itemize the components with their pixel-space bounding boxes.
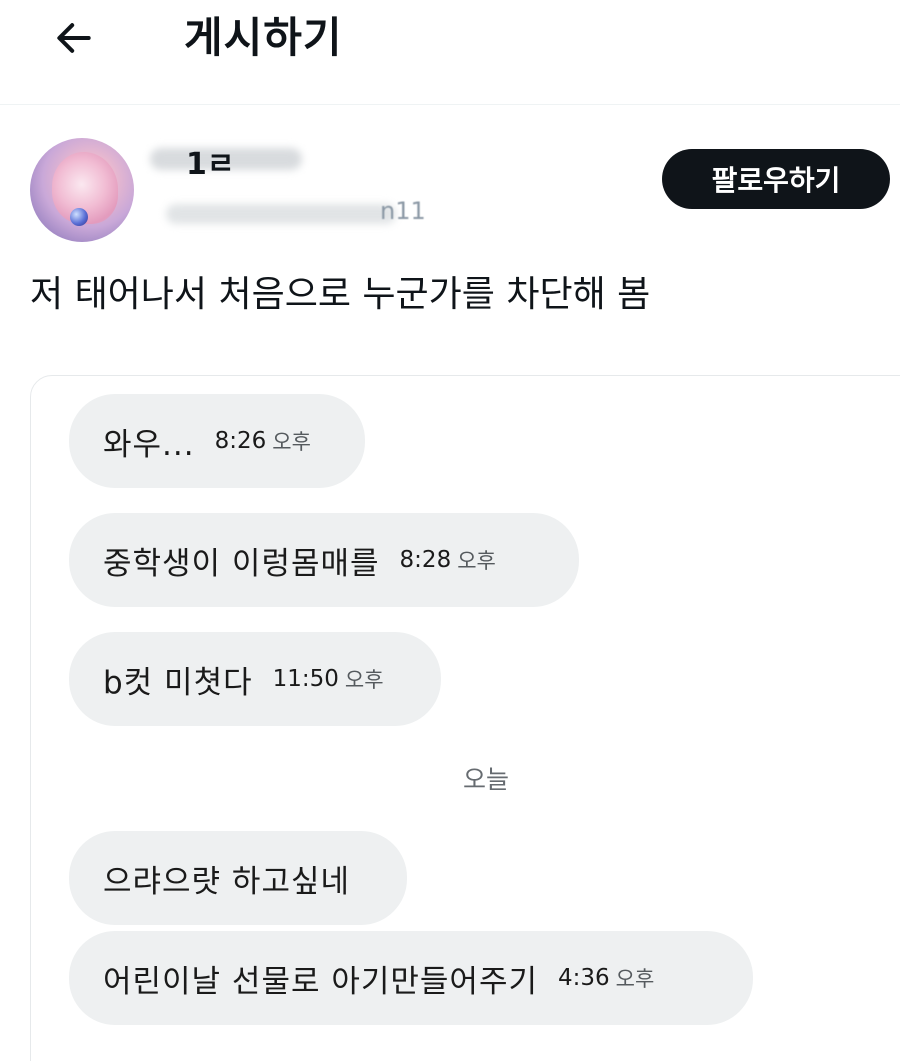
chat-bubble: 어린이날 선물로 아기만들어주기 4:36 오후	[69, 931, 753, 1025]
avatar[interactable]	[30, 138, 134, 242]
user-handle: n11	[380, 197, 426, 225]
chat-bubble: 와우... 8:26 오후	[69, 394, 365, 488]
message-ampm: 오후	[344, 668, 384, 692]
chat-bubble: b컷 미쳣다 11:50 오후	[69, 632, 441, 726]
message-ampm: 오후	[272, 430, 311, 454]
user-handle-redacted	[166, 198, 486, 232]
message-ampm: 오후	[615, 967, 655, 991]
arrow-left-icon	[57, 23, 91, 53]
message-text: 중학생이 이렁몸매를	[103, 545, 380, 582]
back-button[interactable]	[38, 2, 110, 74]
message-text: b컷 미쳣다	[103, 664, 253, 701]
chat-bubble: 으랴으럇 하고싶네	[69, 831, 407, 925]
top-app-bar: 게시하기	[0, 0, 900, 105]
message-text: 으랴으럇 하고싶네	[103, 863, 351, 900]
post-detail-screen: 게시하기 1ㄹ n11 팔로우하기 저 태어나서 처음으로 누군가를 차단해 봄…	[0, 0, 900, 1061]
message-time: 8:26	[214, 428, 267, 454]
display-name[interactable]: 1ㄹ	[186, 150, 234, 180]
message-time: 11:50	[272, 666, 339, 692]
message-time: 8:28	[399, 547, 452, 573]
page-title: 게시하기	[184, 13, 343, 62]
post-image[interactable]: 와우... 8:26 오후 중학생이 이렁몸매를 8:28 오후 b컷 미쳣다 …	[30, 375, 900, 1061]
message-ampm: 오후	[457, 549, 496, 573]
message-time: 4:36	[558, 965, 610, 991]
follow-button[interactable]: 팔로우하기	[662, 149, 890, 209]
message-text: 와우...	[103, 426, 195, 463]
message-text: 어린이날 선물로 아기만들어주기	[103, 963, 538, 1000]
chat-bubble: 중학생이 이렁몸매를 8:28 오후	[69, 513, 579, 607]
day-separator: 오늘	[463, 765, 510, 794]
post-text: 저 태어나서 처음으로 누군가를 차단해 봄	[30, 274, 651, 315]
